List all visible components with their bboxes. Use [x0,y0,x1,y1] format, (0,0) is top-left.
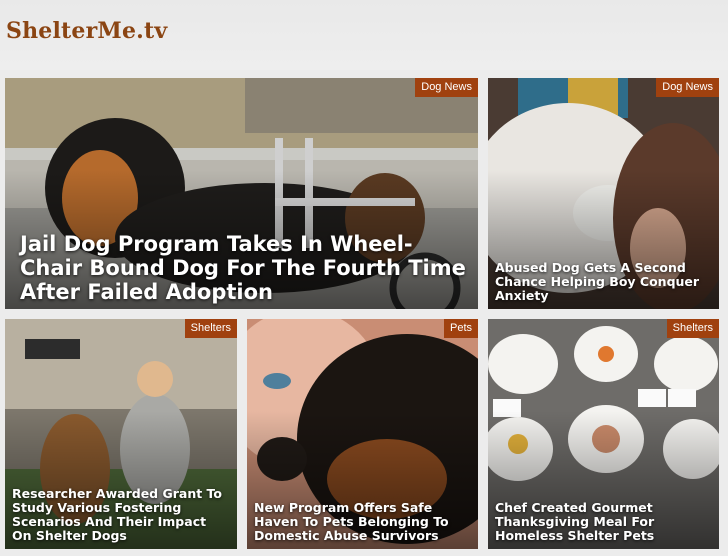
article-title[interactable]: New Program Offers Safe Haven To Pets Be… [254,501,470,543]
article-card-safe-haven[interactable]: Pets New Program Offers Safe Haven To Pe… [247,319,478,549]
category-badge[interactable]: Shelters [184,319,237,338]
article-card-fostering-research[interactable]: Shelters Researcher Awarded Grant To Stu… [5,319,237,549]
article-card-abused-dog[interactable]: Dog News Abused Dog Gets A Second Chance… [488,78,719,309]
category-badge[interactable]: Dog News [656,78,719,97]
article-title[interactable]: Abused Dog Gets A Second Chance Helping … [495,261,711,303]
site-header: ShelterMe.tv [0,0,728,70]
article-card-wheelchair-dog[interactable]: Dog News Jail Dog Program Takes In Wheel… [5,78,478,309]
article-title[interactable]: Researcher Awarded Grant To Study Variou… [12,487,229,543]
article-title[interactable]: Jail Dog Program Takes In Wheel-Chair Bo… [20,232,470,304]
article-title[interactable]: Chef Created Gourmet Thanksgiving Meal F… [495,501,711,543]
article-card-gourmet-meal[interactable]: Shelters Chef Created Gourmet Thanksgivi… [488,319,719,549]
category-badge[interactable]: Dog News [415,78,478,97]
site-logo[interactable]: ShelterMe.tv [6,18,167,44]
category-badge[interactable]: Pets [443,319,478,338]
category-badge[interactable]: Shelters [666,319,719,338]
